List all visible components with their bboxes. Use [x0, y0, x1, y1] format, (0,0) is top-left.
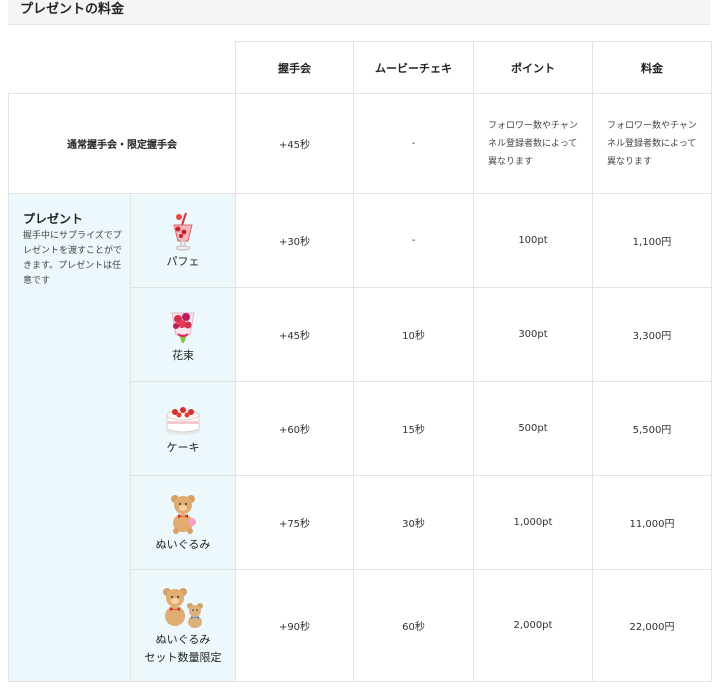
- parfait-icon: [173, 212, 193, 250]
- cell-points: フォロワー数やチャンネル登録者数によって異なります: [473, 93, 593, 194]
- cell-handshake: +75秒: [235, 475, 354, 570]
- table-row-normal: 通常握手会・限定握手会 +45秒 - フォロワー数やチャンネル登録者数によって異…: [8, 93, 712, 194]
- item-cell: 花束: [130, 287, 236, 382]
- cell-movie-cheki: -: [353, 93, 474, 194]
- item-name: パフェ: [166, 254, 200, 268]
- item-name: ぬいぐるみ: [155, 632, 211, 646]
- item-cell: ぬいぐるみ セット数量限定: [130, 569, 236, 682]
- cell-price: 5,500円: [592, 381, 712, 476]
- price-table: 握手会 ムービーチェキ ポイント 料金 通常握手会・限定握手会 +45秒 - フ…: [8, 41, 712, 682]
- cell-movie-cheki: 60秒: [353, 569, 474, 682]
- cell-price: 3,300円: [592, 287, 712, 382]
- cell-price: 11,000円: [592, 475, 712, 570]
- page-title: プレゼントの料金: [8, 0, 710, 25]
- cell-points: 500pt: [473, 381, 593, 476]
- cell-price: フォロワー数やチャンネル登録者数によって異なります: [592, 93, 712, 194]
- teddy-bear-icon: [171, 494, 196, 534]
- cell-points: 100pt: [473, 193, 593, 288]
- item-cell: ぬいぐるみ: [130, 475, 236, 570]
- col-header-points: ポイント: [473, 41, 593, 94]
- cake-icon: [165, 406, 201, 435]
- cell-points: 2,000pt: [473, 569, 593, 682]
- corner-cell: [8, 41, 236, 94]
- cell-movie-cheki: -: [353, 193, 474, 288]
- col-header-movie-cheki: ムービーチェキ: [353, 41, 474, 94]
- cell-points: 300pt: [473, 287, 593, 382]
- item-name: 花束: [172, 348, 194, 362]
- cell-movie-cheki: 30秒: [353, 475, 474, 570]
- cell-handshake: +45秒: [235, 287, 354, 382]
- row-label-normal: 通常握手会・限定握手会: [8, 93, 236, 194]
- cell-price: 22,000円: [592, 569, 712, 682]
- present-description: 握手中にサプライズでプレゼントを渡すことができます。プレゼントは任意です: [23, 231, 123, 286]
- item-sub-label: セット数量限定: [144, 650, 222, 664]
- teddy-bear-set-icon: [163, 587, 203, 628]
- item-name: ケーキ: [166, 440, 200, 454]
- cell-points: 1,000pt: [473, 475, 593, 570]
- cell-movie-cheki: 15秒: [353, 381, 474, 476]
- item-cell: ケーキ: [130, 381, 236, 476]
- col-header-price: 料金: [592, 41, 712, 94]
- present-title: プレゼント: [23, 212, 84, 226]
- cell-handshake: +45秒: [235, 93, 354, 194]
- col-header-handshake: 握手会: [235, 41, 354, 94]
- cell-handshake: +30秒: [235, 193, 354, 288]
- cell-price: 1,100円: [592, 193, 712, 288]
- cell-handshake: +90秒: [235, 569, 354, 682]
- present-sidebar: プレゼント 握手中にサプライズでプレゼントを渡すことができます。プレゼントは任意…: [8, 193, 131, 682]
- item-name: ぬいぐるみ: [155, 537, 211, 551]
- bouquet-icon: [171, 312, 195, 343]
- table-row: プレゼント 握手中にサプライズでプレゼントを渡すことができます。プレゼントは任意…: [8, 193, 712, 682]
- cell-handshake: +60秒: [235, 381, 354, 476]
- header-row: 握手会 ムービーチェキ ポイント 料金: [8, 41, 712, 94]
- item-cell: パフェ: [130, 193, 236, 288]
- cell-movie-cheki: 10秒: [353, 287, 474, 382]
